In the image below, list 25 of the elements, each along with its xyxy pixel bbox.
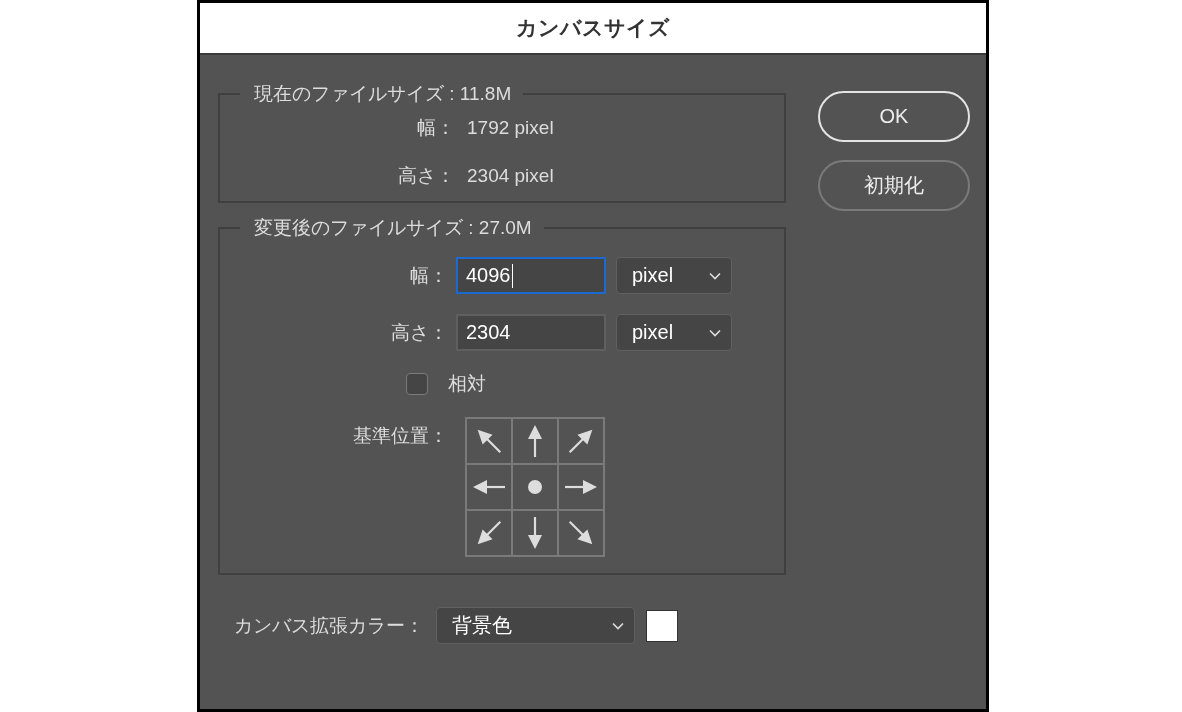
input-field[interactable]: 4096 (456, 257, 606, 294)
field-value: 2304 pixel (467, 165, 555, 187)
group-legend: 変更後のファイルサイズ : 27.0M (240, 215, 544, 241)
field-label: 高さ： (397, 164, 455, 188)
window-title: カンバスサイズ (516, 15, 670, 41)
chevron-down-icon (709, 271, 721, 280)
field-label: 基準位置： (352, 424, 448, 448)
color-swatch[interactable] (646, 609, 678, 642)
checkbox-label: 相対 (448, 372, 486, 396)
unit-dropdown[interactable]: pixel (616, 257, 732, 294)
checkbox[interactable] (406, 373, 428, 395)
field-label: 高さ： (390, 320, 448, 345)
color-dropdown[interactable]: 背景色 (436, 607, 635, 644)
input-field[interactable]: 2304 (456, 314, 606, 351)
group-legend: 現在のファイルサイズ : 11.8M (240, 81, 524, 107)
unit-dropdown[interactable]: pixel (616, 314, 732, 351)
field-label: カンバス拡張カラー： (234, 613, 424, 638)
chevron-down-icon (612, 621, 624, 630)
dialog-button[interactable]: 初期化 (818, 160, 970, 211)
field-label: 幅： (416, 116, 455, 140)
anchor-cell[interactable] (513, 465, 557, 509)
field-value: 1792 pixel (467, 117, 555, 139)
chevron-down-icon (709, 328, 721, 337)
field-label: 幅： (409, 263, 448, 288)
dialog-button[interactable]: OK (818, 91, 970, 142)
